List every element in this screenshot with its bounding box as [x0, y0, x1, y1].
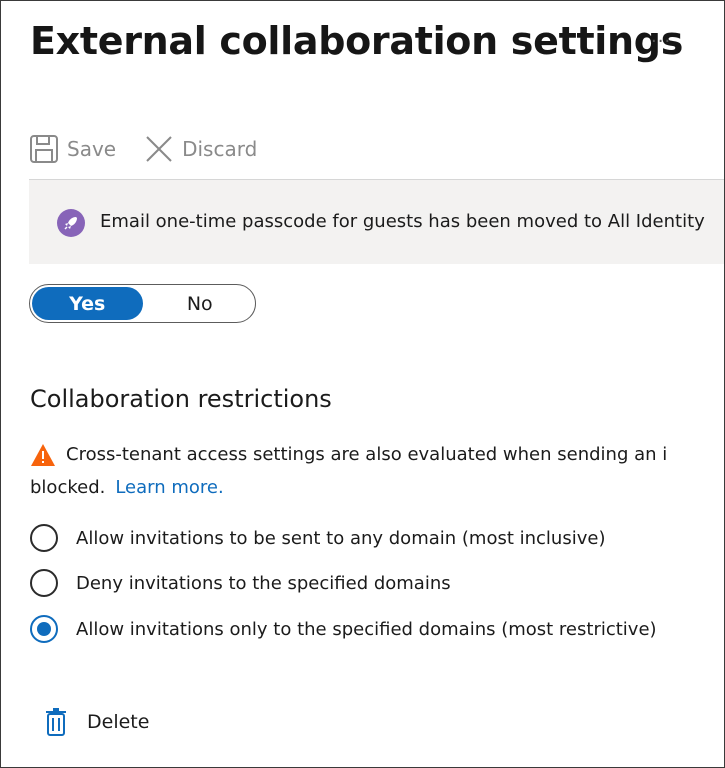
toggle-yes[interactable]: Yes: [32, 287, 143, 320]
page-title: External collaboration settings: [30, 19, 684, 63]
close-icon: [146, 136, 172, 162]
radio-selected-dot: [37, 622, 51, 636]
section-title: Collaboration restrictions: [30, 385, 332, 413]
info-banner: Email one-time passcode for guests has b…: [29, 179, 724, 264]
learn-more-link[interactable]: Learn more.: [115, 471, 223, 504]
radio-label: Allow invitations to be sent to any doma…: [76, 527, 606, 549]
radio-allow-any-domain[interactable]: Allow invitations to be sent to any doma…: [30, 524, 605, 552]
warning-text-line1: Cross-tenant access settings are also ev…: [66, 444, 668, 465]
yes-no-toggle[interactable]: Yes No: [29, 284, 256, 323]
radio-deny-specified-domains[interactable]: Deny invitations to the specified domain…: [30, 569, 451, 597]
more-options-button[interactable]: ···: [651, 31, 671, 52]
warning-message: Cross-tenant access settings are also ev…: [30, 438, 724, 504]
save-label: Save: [67, 137, 117, 161]
radio-button[interactable]: [30, 524, 58, 552]
rocket-icon: [57, 209, 85, 237]
delete-button[interactable]: Delete: [45, 708, 149, 736]
discard-label: Discard: [182, 137, 258, 161]
radio-button[interactable]: [30, 569, 58, 597]
banner-message: Email one-time passcode for guests has b…: [100, 211, 705, 232]
trash-icon: [46, 708, 66, 736]
radio-label: Allow invitations only to the specified …: [76, 618, 657, 640]
save-icon: [30, 135, 58, 163]
command-bar: Save Discard: [29, 129, 257, 169]
delete-label: Delete: [87, 711, 150, 733]
settings-page: External collaboration settings ··· Save…: [0, 0, 725, 768]
radio-label: Deny invitations to the specified domain…: [76, 572, 451, 594]
warning-icon: [30, 443, 56, 467]
radio-allow-only-specified-domains[interactable]: Allow invitations only to the specified …: [30, 615, 657, 643]
toggle-no[interactable]: No: [145, 285, 256, 322]
discard-button[interactable]: Discard: [144, 134, 257, 164]
radio-button-selected[interactable]: [30, 615, 58, 643]
save-button[interactable]: Save: [29, 134, 116, 164]
warning-text-line2: blocked.: [30, 477, 106, 498]
